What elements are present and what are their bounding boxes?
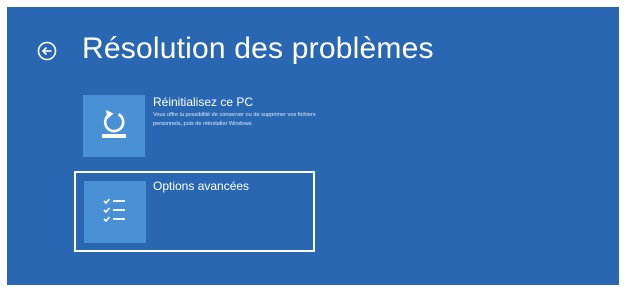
reset-pc-title: Réinitialisez ce PC	[153, 95, 254, 109]
reset-pc-description: Vous offre la possibilité de conserver o…	[153, 112, 316, 127]
page-title: Résolution des problèmes	[82, 32, 434, 65]
reset-pc-icon-box	[83, 95, 145, 157]
advanced-options-icon-box	[84, 181, 146, 243]
checklist-icon	[95, 190, 135, 235]
reset-pc-tile[interactable]: Réinitialisez ce PC Vous offre la possib…	[78, 91, 318, 161]
advanced-options-title: Options avancées	[153, 179, 250, 193]
advanced-options-tile[interactable]: Options avancées	[74, 171, 315, 252]
back-button[interactable]	[34, 38, 60, 64]
reset-pc-icon	[94, 104, 134, 149]
recovery-screen: Résolution des problèmes Réinitialisez c…	[7, 7, 619, 285]
back-arrow-circle-icon	[34, 38, 60, 64]
